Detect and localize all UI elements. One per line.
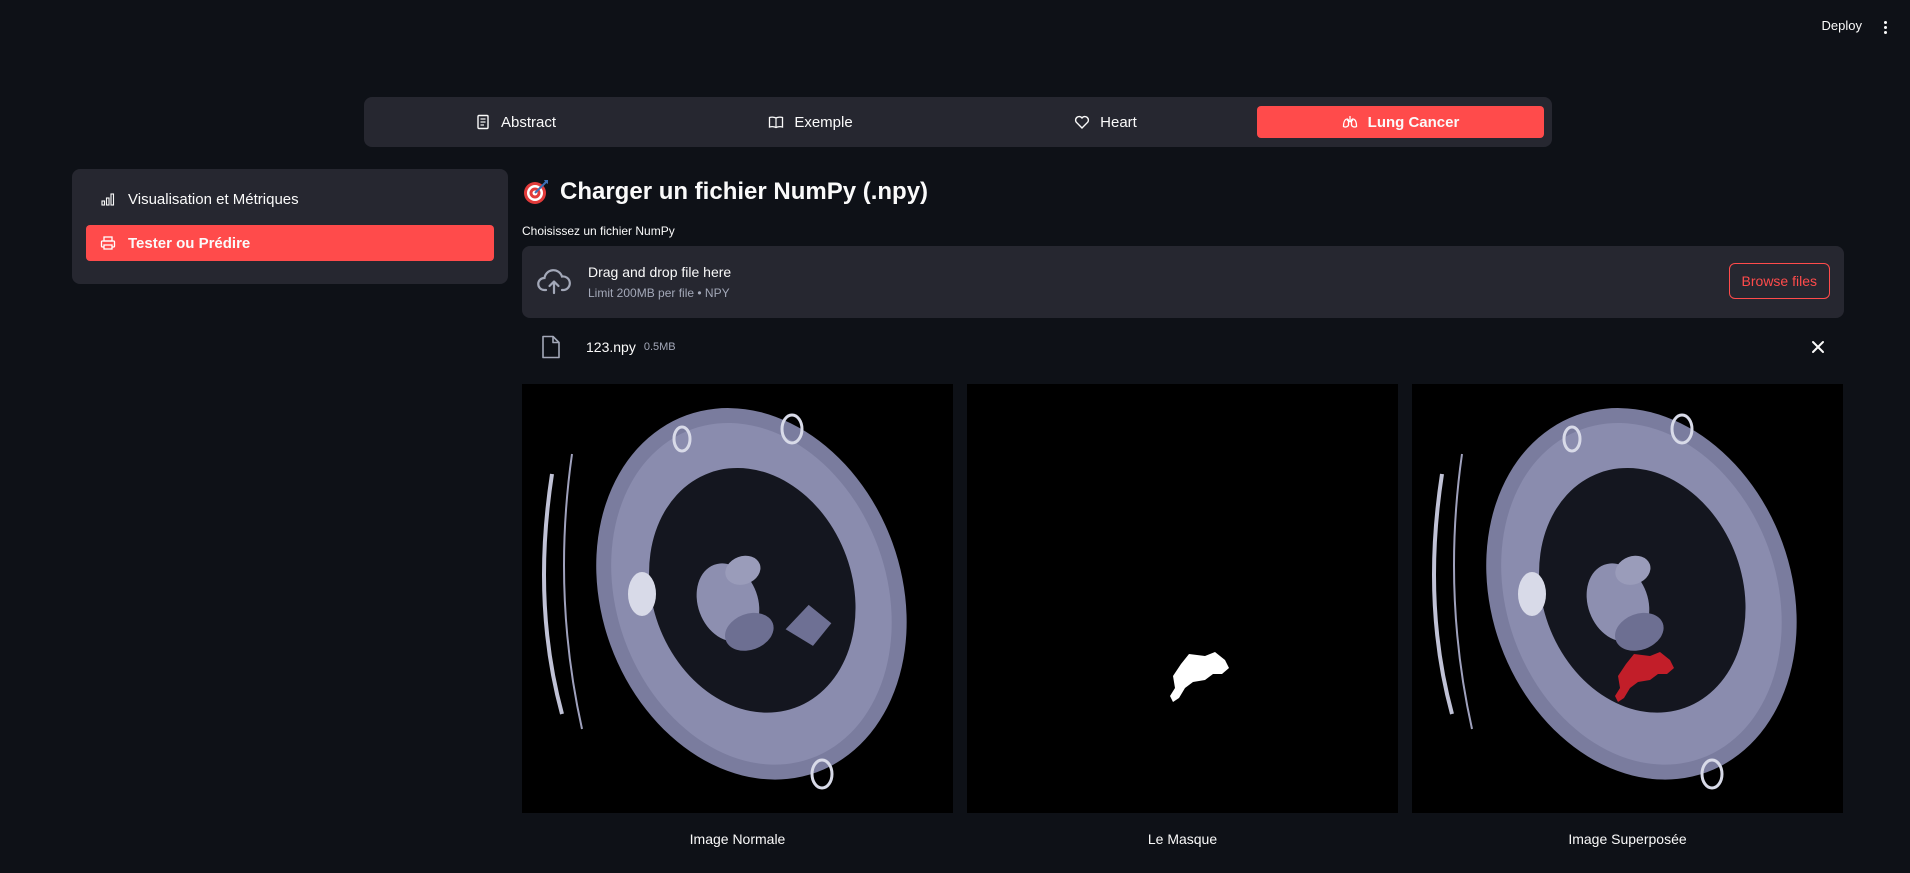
- top-bar: Deploy: [0, 0, 1910, 56]
- tab-abstract[interactable]: Abstract: [372, 106, 659, 138]
- sidebar-item-label: Tester ou Prédire: [128, 234, 251, 252]
- dropzone-instruction: Drag and drop file here: [588, 264, 732, 280]
- uploaded-file-row: 123.npy 0.5MB: [522, 318, 1844, 376]
- image-column-overlay: Image Superposée: [1412, 384, 1843, 847]
- mask-image: [967, 384, 1398, 813]
- sidebar-item-tester[interactable]: Tester ou Prédire: [86, 225, 494, 261]
- sidebar-item-visualisation[interactable]: Visualisation et Métriques: [86, 181, 494, 217]
- browse-files-button[interactable]: Browse files: [1728, 263, 1830, 299]
- deploy-button[interactable]: Deploy: [1822, 18, 1862, 33]
- heart-icon: [1075, 115, 1090, 129]
- bar-chart-icon: [101, 193, 115, 206]
- close-icon[interactable]: [1808, 337, 1828, 357]
- sidebar-item-label: Visualisation et Métriques: [128, 190, 299, 208]
- ct-scan-image: [522, 384, 953, 813]
- image-caption: Le Masque: [1147, 831, 1218, 847]
- file-name: 123.npy: [586, 339, 636, 355]
- image-caption: Image Normale: [689, 831, 786, 847]
- overlay-image: [1412, 384, 1843, 813]
- page-title: Charger un fichier NumPy (.npy): [522, 172, 1844, 212]
- document-icon: [477, 114, 489, 130]
- image-column-normal: Image Normale: [522, 384, 953, 847]
- page-title-text: Charger un fichier NumPy (.npy): [560, 178, 929, 205]
- tab-heart[interactable]: Heart: [962, 106, 1249, 138]
- tab-lung-cancer[interactable]: Lung Cancer: [1257, 106, 1544, 138]
- upload-label: Choisissez un fichier NumPy: [522, 224, 675, 238]
- tab-exemple[interactable]: Exemple: [667, 106, 954, 138]
- kebab-menu-icon[interactable]: [1876, 18, 1894, 36]
- tab-label: Exemple: [794, 113, 853, 131]
- cloud-upload-icon: [537, 269, 571, 295]
- file-icon: [542, 335, 560, 359]
- tab-label: Heart: [1100, 113, 1137, 131]
- file-dropzone[interactable]: Drag and drop file here Limit 200MB per …: [522, 246, 1844, 318]
- main-content: Charger un fichier NumPy (.npy) Choisiss…: [522, 172, 1844, 847]
- book-icon: [769, 116, 784, 129]
- lungs-icon: [1342, 116, 1357, 128]
- image-caption: Image Superposée: [1568, 831, 1687, 847]
- sidebar-menu: Visualisation et Métriques Tester ou Pré…: [72, 169, 508, 284]
- tab-label: Abstract: [500, 113, 557, 131]
- image-column-mask: Le Masque: [967, 384, 1398, 847]
- target-icon: [524, 180, 548, 204]
- top-navigation: Abstract Exemple Heart Lung Cancer: [364, 97, 1552, 147]
- tab-label: Lung Cancer: [1367, 113, 1460, 131]
- image-row: Image Normale Le Masque Image Superposée: [522, 384, 1844, 847]
- printer-icon: [100, 236, 116, 250]
- dropzone-limit: Limit 200MB per file • NPY: [588, 286, 730, 300]
- file-size: 0.5MB: [643, 341, 676, 353]
